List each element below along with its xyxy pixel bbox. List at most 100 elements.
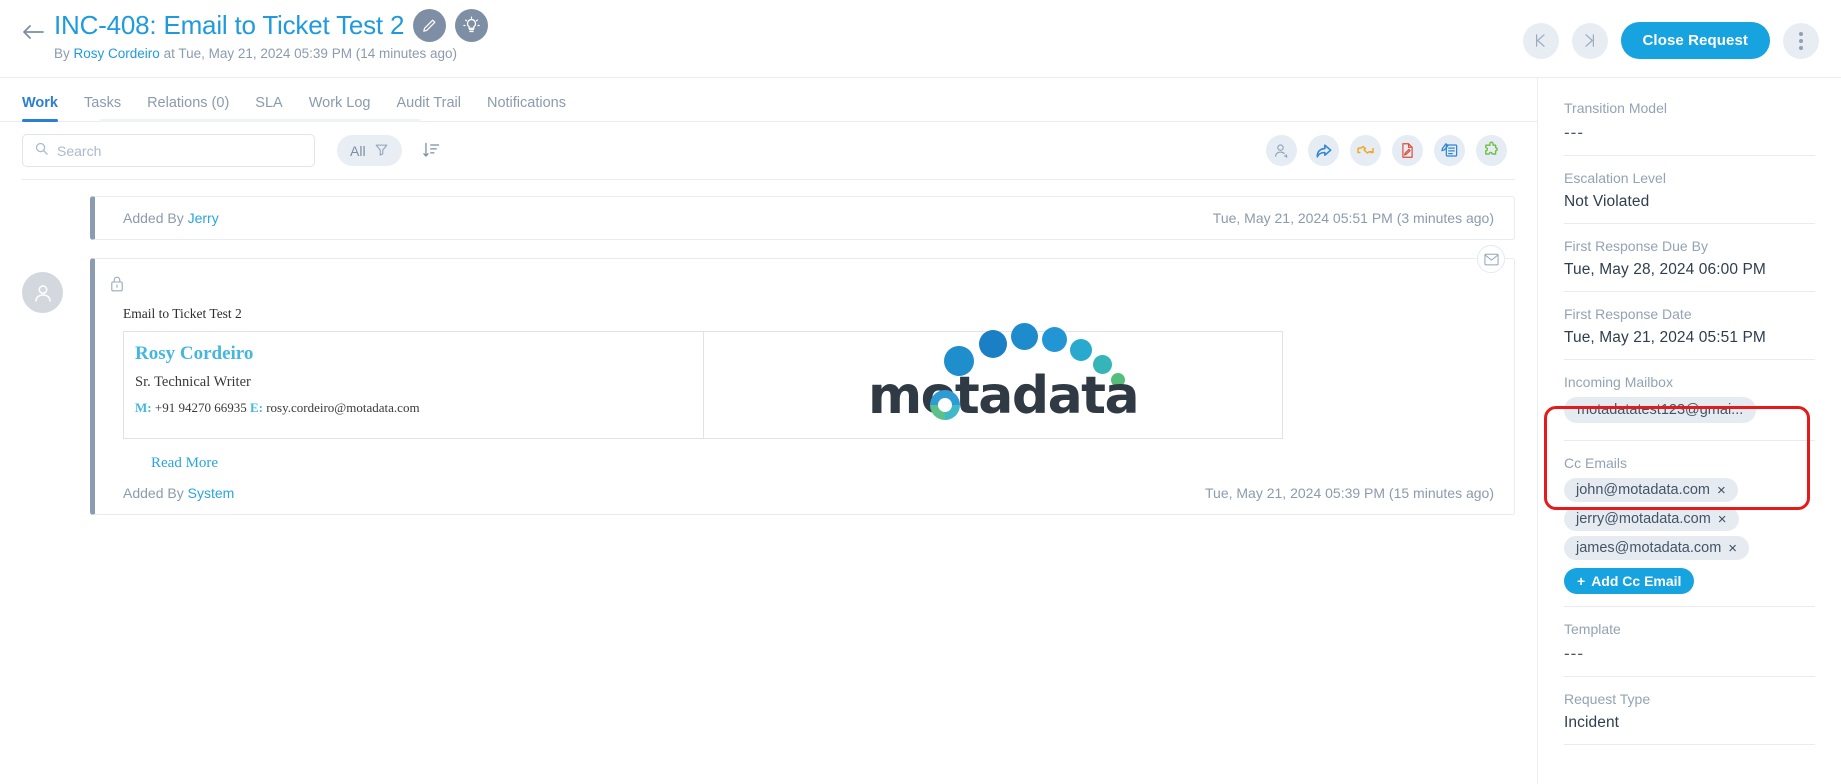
field-value: Tue, May 21, 2024 05:51 PM — [1564, 329, 1766, 346]
field-first-response-date: First Response Date Tue, May 21, 2024 05… — [1564, 306, 1815, 360]
byline-author-link[interactable]: Rosy Cordeiro — [74, 46, 160, 61]
mobile-value: +91 94270 66935 — [154, 400, 247, 415]
remove-cc-email-icon[interactable]: × — [1717, 483, 1726, 498]
kebab-dot — [1799, 45, 1803, 50]
feed-item-email: Email to Ticket Test 2 Rosy Cordeiro Sr.… — [22, 245, 1515, 515]
email-label: E: — [249, 400, 263, 415]
remove-cc-email-icon[interactable]: × — [1718, 512, 1727, 527]
tab-relations[interactable]: Relations (0) — [147, 95, 246, 122]
title-wrap: INC-408: Email to Ticket Test 2 By Rosy … — [54, 8, 489, 63]
tab-audit-trail[interactable]: Audit Trail — [397, 95, 478, 122]
cc-email-chip[interactable]: john@motadata.com × — [1564, 478, 1738, 502]
signature-logo-cell: motadata — [704, 323, 1283, 438]
avatar-slot — [22, 196, 90, 210]
puzzle-icon[interactable] — [1476, 135, 1507, 166]
document-edit-icon[interactable] — [1392, 135, 1423, 166]
cc-email-chip[interactable]: james@motadata.com × — [1564, 536, 1750, 560]
details-sidebar: Transition Model --- Escalation Level No… — [1538, 78, 1841, 784]
filter-all-chip[interactable]: All — [337, 135, 402, 166]
note-timestamp: Tue, May 21, 2024 05:51 PM (3 minutes ag… — [1212, 210, 1494, 226]
tab-tasks[interactable]: Tasks — [84, 95, 138, 122]
email-card: Email to Ticket Test 2 Rosy Cordeiro Sr.… — [90, 245, 1515, 515]
tab-notifications[interactable]: Notifications — [487, 95, 583, 122]
cc-email-chip[interactable]: jerry@motadata.com × — [1564, 507, 1739, 531]
tab-sla[interactable]: SLA — [255, 95, 299, 122]
more-options-icon[interactable] — [1783, 22, 1819, 59]
kebab-dot — [1799, 31, 1803, 36]
logo-ring — [930, 390, 960, 420]
logo-dot — [979, 330, 1007, 358]
added-by-user-link[interactable]: Jerry — [188, 210, 219, 226]
note-card: Added By Jerry Tue, May 21, 2024 05:51 P… — [90, 196, 1515, 240]
kebab-dot — [1799, 38, 1803, 43]
cc-email-text: james@motadata.com — [1576, 540, 1722, 556]
field-value: --- — [1564, 644, 1584, 663]
add-watcher-icon[interactable] — [1266, 135, 1297, 166]
field-escalation-level: Escalation Level Not Violated — [1564, 170, 1815, 224]
field-label: Template — [1564, 621, 1621, 637]
email-subject: Email to Ticket Test 2 — [123, 306, 242, 321]
field-label: First Response Due By — [1564, 238, 1708, 254]
mobile-label: M: — [135, 400, 152, 415]
cc-emails-label: Cc Emails — [1564, 455, 1628, 471]
close-request-button[interactable]: Close Request — [1620, 22, 1770, 59]
incoming-mailbox-pill[interactable]: motadatatest123@gmai... — [1564, 397, 1757, 423]
next-request-icon[interactable] — [1571, 22, 1608, 59]
filter-all-label: All — [350, 142, 366, 159]
signature-role: Sr. Technical Writer — [135, 374, 251, 390]
title-row: INC-408: Email to Ticket Test 2 — [54, 8, 489, 42]
feed-action-icons — [1266, 135, 1515, 166]
field-label: First Response Date — [1564, 306, 1692, 322]
main-column: Work Tasks Relations (0) SLA Work Log Au… — [0, 78, 1537, 784]
lightbulb-icon[interactable] — [455, 8, 489, 42]
added-by-label: Added By — [123, 485, 184, 501]
feed-item-note: Added By Jerry Tue, May 21, 2024 05:51 P… — [22, 196, 1515, 240]
field-transition-model: Transition Model --- — [1564, 100, 1815, 156]
tab-work-log[interactable]: Work Log — [309, 95, 388, 122]
search-box[interactable] — [22, 134, 315, 167]
avatar-slot — [22, 258, 90, 313]
header-actions: Close Request — [1522, 22, 1819, 59]
tab-work[interactable]: Work — [22, 95, 75, 122]
signature-contact: M: +91 94270 66935 E: rosy.cordeiro@mota… — [135, 400, 687, 416]
cc-email-text: jerry@motadata.com — [1576, 511, 1711, 527]
note-card-footer: Added By Jerry Tue, May 21, 2024 05:51 P… — [95, 197, 1514, 239]
email-body: Email to Ticket Test 2 Rosy Cordeiro Sr.… — [95, 298, 1514, 472]
field-value: Not Violated — [1564, 193, 1650, 210]
field-label: Incoming Mailbox — [1564, 374, 1673, 390]
signature-details: Rosy Cordeiro Sr. Technical Writer M: +9… — [124, 332, 704, 438]
logo-dot — [1011, 323, 1038, 350]
page-subtitle: By Rosy Cordeiro at Tue, May 21, 2024 05… — [54, 45, 488, 63]
logo-dot — [1070, 339, 1092, 361]
page-title: INC-408: Email to Ticket Test 2 — [54, 10, 405, 40]
previous-request-icon[interactable] — [1522, 22, 1559, 59]
pencil-icon[interactable] — [413, 8, 447, 42]
field-incoming-mailbox: Incoming Mailbox motadatatest123@gmai... — [1564, 374, 1815, 441]
read-more-link[interactable]: Read More — [123, 439, 1514, 472]
cc-emails-list: john@motadata.com × jerry@motadata.com ×… — [1564, 478, 1815, 560]
request-detail-page: INC-408: Email to Ticket Test 2 By Rosy … — [0, 0, 1841, 784]
search-input[interactable] — [57, 142, 303, 159]
add-cc-email-button[interactable]: + Add Cc Email — [1564, 568, 1695, 594]
back-arrow-icon[interactable] — [18, 17, 48, 47]
header-left: INC-408: Email to Ticket Test 2 By Rosy … — [18, 8, 1523, 63]
add-cc-email-label: Add Cc Email — [1591, 573, 1682, 589]
added-by-label: Added By — [123, 210, 184, 226]
user-avatar-icon — [22, 272, 63, 313]
sort-descending-icon[interactable] — [420, 139, 444, 163]
envelope-icon — [1477, 245, 1505, 273]
field-first-response-due-by: First Response Due By Tue, May 28, 2024 … — [1564, 238, 1815, 292]
email-added-by: Added By System — [123, 485, 234, 501]
field-value: Incident — [1564, 714, 1620, 731]
note-pen-icon[interactable] — [1434, 135, 1465, 166]
byline-prefix: By — [54, 46, 70, 61]
field-label: Request Type — [1564, 691, 1651, 707]
handshake-icon[interactable] — [1350, 135, 1381, 166]
search-icon — [34, 141, 49, 161]
byline-suffix: at Tue, May 21, 2024 05:39 PM (14 minute… — [163, 46, 457, 61]
added-by-user-link[interactable]: System — [188, 485, 235, 501]
remove-cc-email-icon[interactable]: × — [1728, 541, 1737, 556]
field-cc-emails: Cc Emails john@motadata.com × jerry@mota… — [1564, 455, 1815, 607]
forward-icon[interactable] — [1308, 135, 1339, 166]
email-card-footer: Added By System Tue, May 21, 2024 05:39 … — [95, 472, 1514, 514]
